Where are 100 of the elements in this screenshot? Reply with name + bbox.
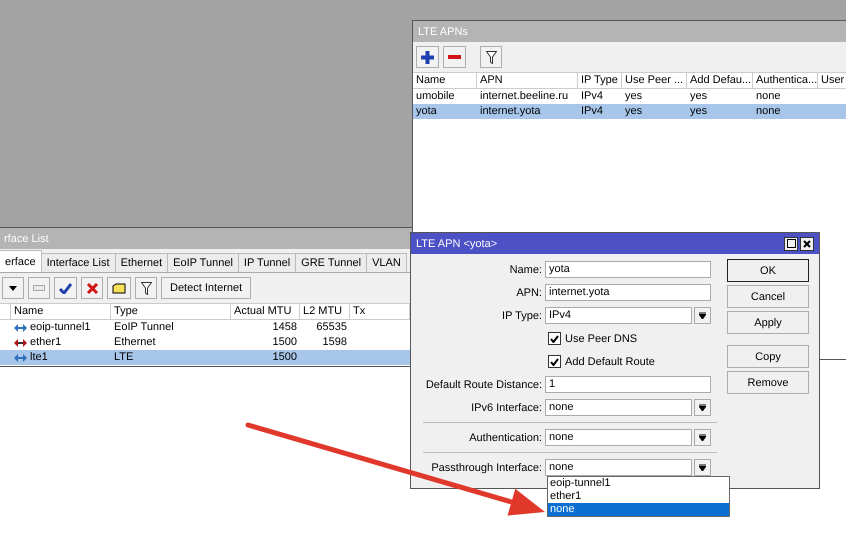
column-header[interactable]: User bbox=[818, 73, 846, 88]
input-field[interactable]: internet.yota bbox=[545, 284, 711, 301]
double-arrow-icon bbox=[14, 352, 27, 362]
dialog-button[interactable]: Apply bbox=[727, 311, 809, 334]
split-arrows-icon bbox=[14, 338, 27, 348]
dropdown-caret-button[interactable] bbox=[2, 277, 24, 299]
detect-internet-button[interactable]: Detect Internet bbox=[161, 277, 252, 299]
dialog-button[interactable]: OK bbox=[727, 259, 809, 282]
dropdown-arrow-icon bbox=[699, 464, 706, 471]
tab[interactable]: VLAN bbox=[366, 253, 407, 272]
column-header[interactable]: Use Peer ... bbox=[622, 73, 687, 88]
tab[interactable]: GRE Tunnel bbox=[295, 253, 368, 272]
table-cell: internet.beeline.ru bbox=[480, 89, 568, 104]
column-header[interactable]: Add Defau... bbox=[687, 73, 753, 88]
checkbox[interactable] bbox=[548, 332, 561, 345]
table-cell: IPv4 bbox=[581, 104, 604, 119]
minus-icon bbox=[33, 285, 45, 291]
table-cell: yes bbox=[690, 104, 708, 119]
filter-icon bbox=[486, 50, 496, 64]
table-cell: eoip-tunnel1 bbox=[30, 320, 91, 335]
dropdown-button[interactable] bbox=[694, 459, 711, 476]
double-arrow-icon bbox=[14, 322, 27, 332]
table-cell: yes bbox=[625, 89, 642, 104]
check-icon bbox=[59, 282, 72, 294]
column-header[interactable]: Authentica... bbox=[753, 73, 818, 88]
filter-button[interactable] bbox=[480, 46, 502, 68]
dropdown-arrow-icon bbox=[699, 404, 706, 411]
close-icon bbox=[803, 240, 811, 248]
input-field[interactable]: yota bbox=[545, 261, 711, 278]
maximize-icon bbox=[786, 239, 796, 248]
comment-button[interactable] bbox=[107, 277, 131, 299]
minus-icon bbox=[448, 55, 461, 59]
field-label: Name: bbox=[508, 264, 543, 276]
field-label: Default Route Distance: bbox=[424, 378, 543, 390]
window-title: LTE APNs bbox=[418, 26, 468, 38]
field-label: IPv6 Interface: bbox=[470, 402, 543, 414]
dropdown-button[interactable] bbox=[694, 307, 711, 324]
close-button[interactable] bbox=[800, 236, 814, 250]
select-field[interactable]: none bbox=[545, 399, 692, 416]
table-cell: internet.yota bbox=[480, 104, 541, 119]
table-cell: yota bbox=[416, 104, 437, 119]
dropdown-button[interactable] bbox=[694, 399, 711, 416]
table-cell: lte1 bbox=[30, 350, 48, 365]
dropdown-button[interactable] bbox=[694, 429, 711, 446]
tab[interactable]: IP Tunnel bbox=[238, 253, 296, 272]
column-header[interactable]: IP Type bbox=[578, 73, 622, 88]
dropdown-arrow-icon bbox=[699, 312, 706, 319]
column-header[interactable]: L2 MTU bbox=[300, 304, 350, 319]
add-button[interactable] bbox=[416, 46, 439, 68]
table-cell: none bbox=[756, 89, 780, 104]
checkbox-label: Add Default Route bbox=[565, 356, 655, 368]
table-cell: 1458 bbox=[272, 320, 297, 335]
filter-icon bbox=[140, 282, 152, 294]
dialog-button[interactable]: Copy bbox=[727, 345, 809, 368]
tab[interactable]: Interface List bbox=[40, 253, 116, 272]
checkbox[interactable] bbox=[548, 355, 561, 368]
dropdown-option[interactable]: none bbox=[548, 503, 729, 516]
filter-button[interactable] bbox=[135, 277, 157, 299]
table-cell: ether1 bbox=[30, 335, 62, 350]
table-cell: 1598 bbox=[322, 335, 347, 350]
tab[interactable]: EoIP Tunnel bbox=[167, 253, 239, 272]
column-header[interactable]: Actual MTU bbox=[231, 304, 300, 319]
table-cell: EoIP Tunnel bbox=[114, 320, 174, 335]
maximize-button[interactable] bbox=[784, 236, 798, 250]
plus-icon bbox=[421, 50, 434, 64]
tab[interactable]: erface bbox=[0, 250, 42, 272]
table-cell: yes bbox=[625, 104, 642, 119]
column-header[interactable]: APN bbox=[477, 73, 578, 88]
table-cell: umobile bbox=[416, 89, 455, 104]
column-header[interactable]: Type bbox=[111, 304, 231, 319]
table-cell: 1500 bbox=[272, 335, 297, 350]
field-label: IP Type: bbox=[501, 310, 543, 322]
tab[interactable]: Ethernet bbox=[114, 253, 168, 272]
caret-icon bbox=[9, 286, 17, 290]
select-field[interactable]: IPv4 bbox=[545, 307, 692, 324]
dialog-title: LTE APN <yota> bbox=[416, 238, 498, 250]
table-row[interactable]: lte1 LTE 1500 bbox=[0, 350, 413, 365]
table-row[interactable]: yota internet.yota IPv4 yes yes none bbox=[413, 104, 846, 119]
field-label: Passthrough Interface: bbox=[430, 462, 543, 474]
select-field[interactable]: none bbox=[545, 429, 692, 446]
dialog-button[interactable]: Remove bbox=[727, 371, 809, 394]
note-icon bbox=[112, 282, 126, 294]
table-cell: none bbox=[756, 104, 780, 119]
table-cell: IPv4 bbox=[581, 89, 604, 104]
select-field[interactable]: none bbox=[545, 459, 692, 476]
field-label: APN: bbox=[515, 286, 543, 298]
field-label: Authentication: bbox=[468, 432, 543, 444]
dialog-button[interactable]: Cancel bbox=[727, 285, 809, 308]
column-header[interactable]: Name bbox=[11, 304, 111, 319]
checkbox-label: Use Peer DNS bbox=[565, 332, 638, 344]
x-icon bbox=[86, 282, 98, 294]
disable-x-button[interactable] bbox=[81, 277, 103, 299]
input-field[interactable]: 1 bbox=[545, 376, 711, 393]
table-cell: yes bbox=[690, 89, 708, 104]
dropdown-arrow-icon bbox=[699, 434, 706, 441]
remove-button[interactable] bbox=[443, 46, 466, 68]
enable-button[interactable] bbox=[54, 277, 77, 299]
column-header[interactable]: Name bbox=[413, 73, 477, 88]
window-title: rface List bbox=[4, 232, 49, 244]
table-cell: 65535 bbox=[316, 320, 347, 335]
